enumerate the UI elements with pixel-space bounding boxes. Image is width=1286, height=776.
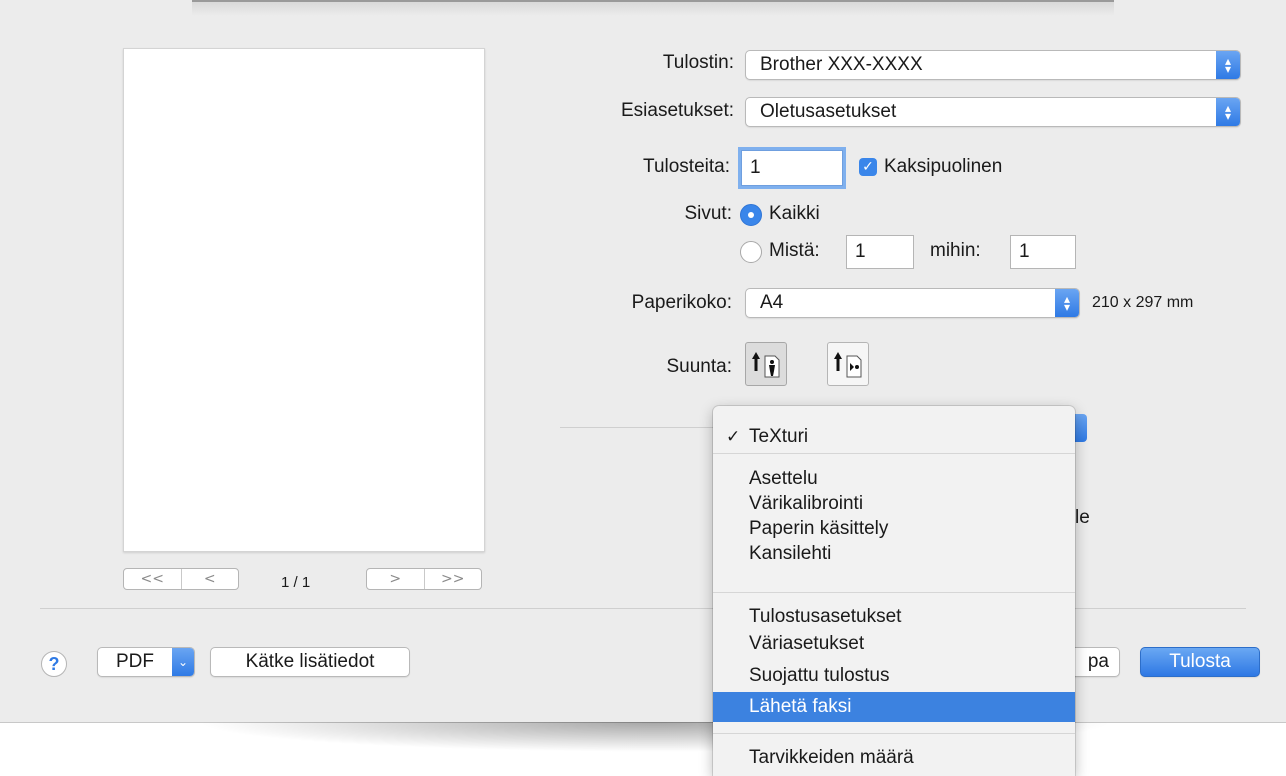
- paper-size-popup[interactable]: A4 ▴ ▾: [745, 288, 1080, 318]
- print-options-menu: ✓ TeXturi Asettelu Värikalibrointi Paper…: [713, 406, 1075, 776]
- page-indicator: 1 / 1: [281, 574, 311, 591]
- help-button[interactable]: ?: [41, 651, 67, 677]
- updown-arrows-icon: ▴ ▾: [1216, 98, 1240, 126]
- dialog-top-edge: [192, 0, 1114, 16]
- pages-from-label: Mistä:: [769, 240, 820, 261]
- page-preview: [123, 48, 485, 552]
- menu-item-laheta-faksi[interactable]: Lähetä faksi: [713, 692, 1075, 722]
- preview-forward-buttons: > >>: [366, 568, 482, 590]
- menu-item-kansilehti[interactable]: Kansilehti: [713, 540, 1075, 567]
- previous-page-button[interactable]: <: [180, 569, 239, 589]
- updown-arrows-icon: ▴ ▾: [1216, 51, 1240, 79]
- pages-all-label: Kaikki: [769, 203, 820, 224]
- pages-from-input[interactable]: 1: [846, 235, 914, 269]
- chevron-down-icon: ⌄: [172, 648, 194, 676]
- checkmark-icon: ✓: [726, 426, 741, 447]
- landscape-orientation-icon: [834, 352, 862, 378]
- print-button[interactable]: Tulosta: [1140, 647, 1260, 677]
- section-divider: [560, 427, 713, 428]
- menu-item-tulostusasetukset[interactable]: Tulostusasetukset: [713, 603, 1075, 630]
- paper-size-label: Paperikoko:: [631, 292, 732, 313]
- pages-range-radio[interactable]: [740, 241, 762, 263]
- pdf-menu-button[interactable]: PDF ⌄: [97, 647, 195, 677]
- menu-item-variasetukset[interactable]: Väriasetukset: [713, 630, 1075, 657]
- menu-item-texturi[interactable]: ✓ TeXturi: [713, 423, 1075, 450]
- pages-to-input[interactable]: 1: [1010, 235, 1076, 269]
- next-page-button[interactable]: >: [367, 569, 424, 589]
- presets-popup[interactable]: Oletusasetukset ▴ ▾: [745, 97, 1241, 127]
- menu-separator: [713, 453, 1075, 454]
- partial-text: le: [1075, 507, 1090, 528]
- copies-input[interactable]: 1: [741, 150, 843, 186]
- preview-back-buttons: << <: [123, 568, 239, 590]
- paper-dimensions: 210 x 297 mm: [1092, 294, 1194, 311]
- pages-all-radio[interactable]: [740, 204, 762, 226]
- printer-label: Tulostin:: [662, 52, 734, 73]
- pages-label: Sivut:: [684, 203, 732, 224]
- copies-label: Tulosteita:: [643, 156, 730, 177]
- landscape-orientation-button[interactable]: [827, 342, 869, 386]
- presets-label: Esiasetukset:: [621, 100, 734, 121]
- portrait-orientation-button[interactable]: [745, 342, 787, 386]
- pages-to-label: mihin:: [930, 240, 981, 261]
- menu-item-paperin-kasittely[interactable]: Paperin käsittely: [713, 515, 1075, 542]
- menu-item-asettelu[interactable]: Asettelu: [713, 465, 1075, 492]
- last-page-button[interactable]: >>: [423, 569, 482, 589]
- menu-separator: [713, 733, 1075, 734]
- orientation-label: Suunta:: [666, 356, 733, 377]
- presets-value: Oletusasetukset: [760, 101, 897, 122]
- portrait-orientation-icon: [752, 352, 780, 378]
- printer-popup[interactable]: Brother XXX-XXXX ▴ ▾: [745, 50, 1241, 80]
- updown-arrows-icon: ▴ ▾: [1055, 289, 1079, 317]
- checkmark-icon: ✓: [862, 159, 874, 175]
- printer-value: Brother XXX-XXXX: [760, 54, 923, 75]
- menu-item-tarvikkeiden-maara[interactable]: Tarvikkeiden määrä: [713, 744, 1075, 771]
- duplex-checkbox[interactable]: ✓: [859, 158, 877, 176]
- hide-details-button[interactable]: Kätke lisätiedot: [210, 647, 410, 677]
- first-page-button[interactable]: <<: [124, 569, 181, 589]
- menu-item-label: TeXturi: [749, 425, 809, 447]
- print-dialog: << < 1 / 1 > >> Tulostin: Brother XXX-XX…: [0, 0, 1286, 723]
- duplex-label: Kaksipuolinen: [884, 156, 1003, 177]
- pdf-label: PDF: [116, 651, 154, 672]
- menu-item-varikalibrointi[interactable]: Värikalibrointi: [713, 490, 1075, 517]
- question-mark-icon: ?: [48, 653, 60, 674]
- menu-item-suojattu-tulostus[interactable]: Suojattu tulostus: [713, 662, 1075, 689]
- menu-separator: [713, 592, 1075, 593]
- paper-size-value: A4: [760, 292, 784, 313]
